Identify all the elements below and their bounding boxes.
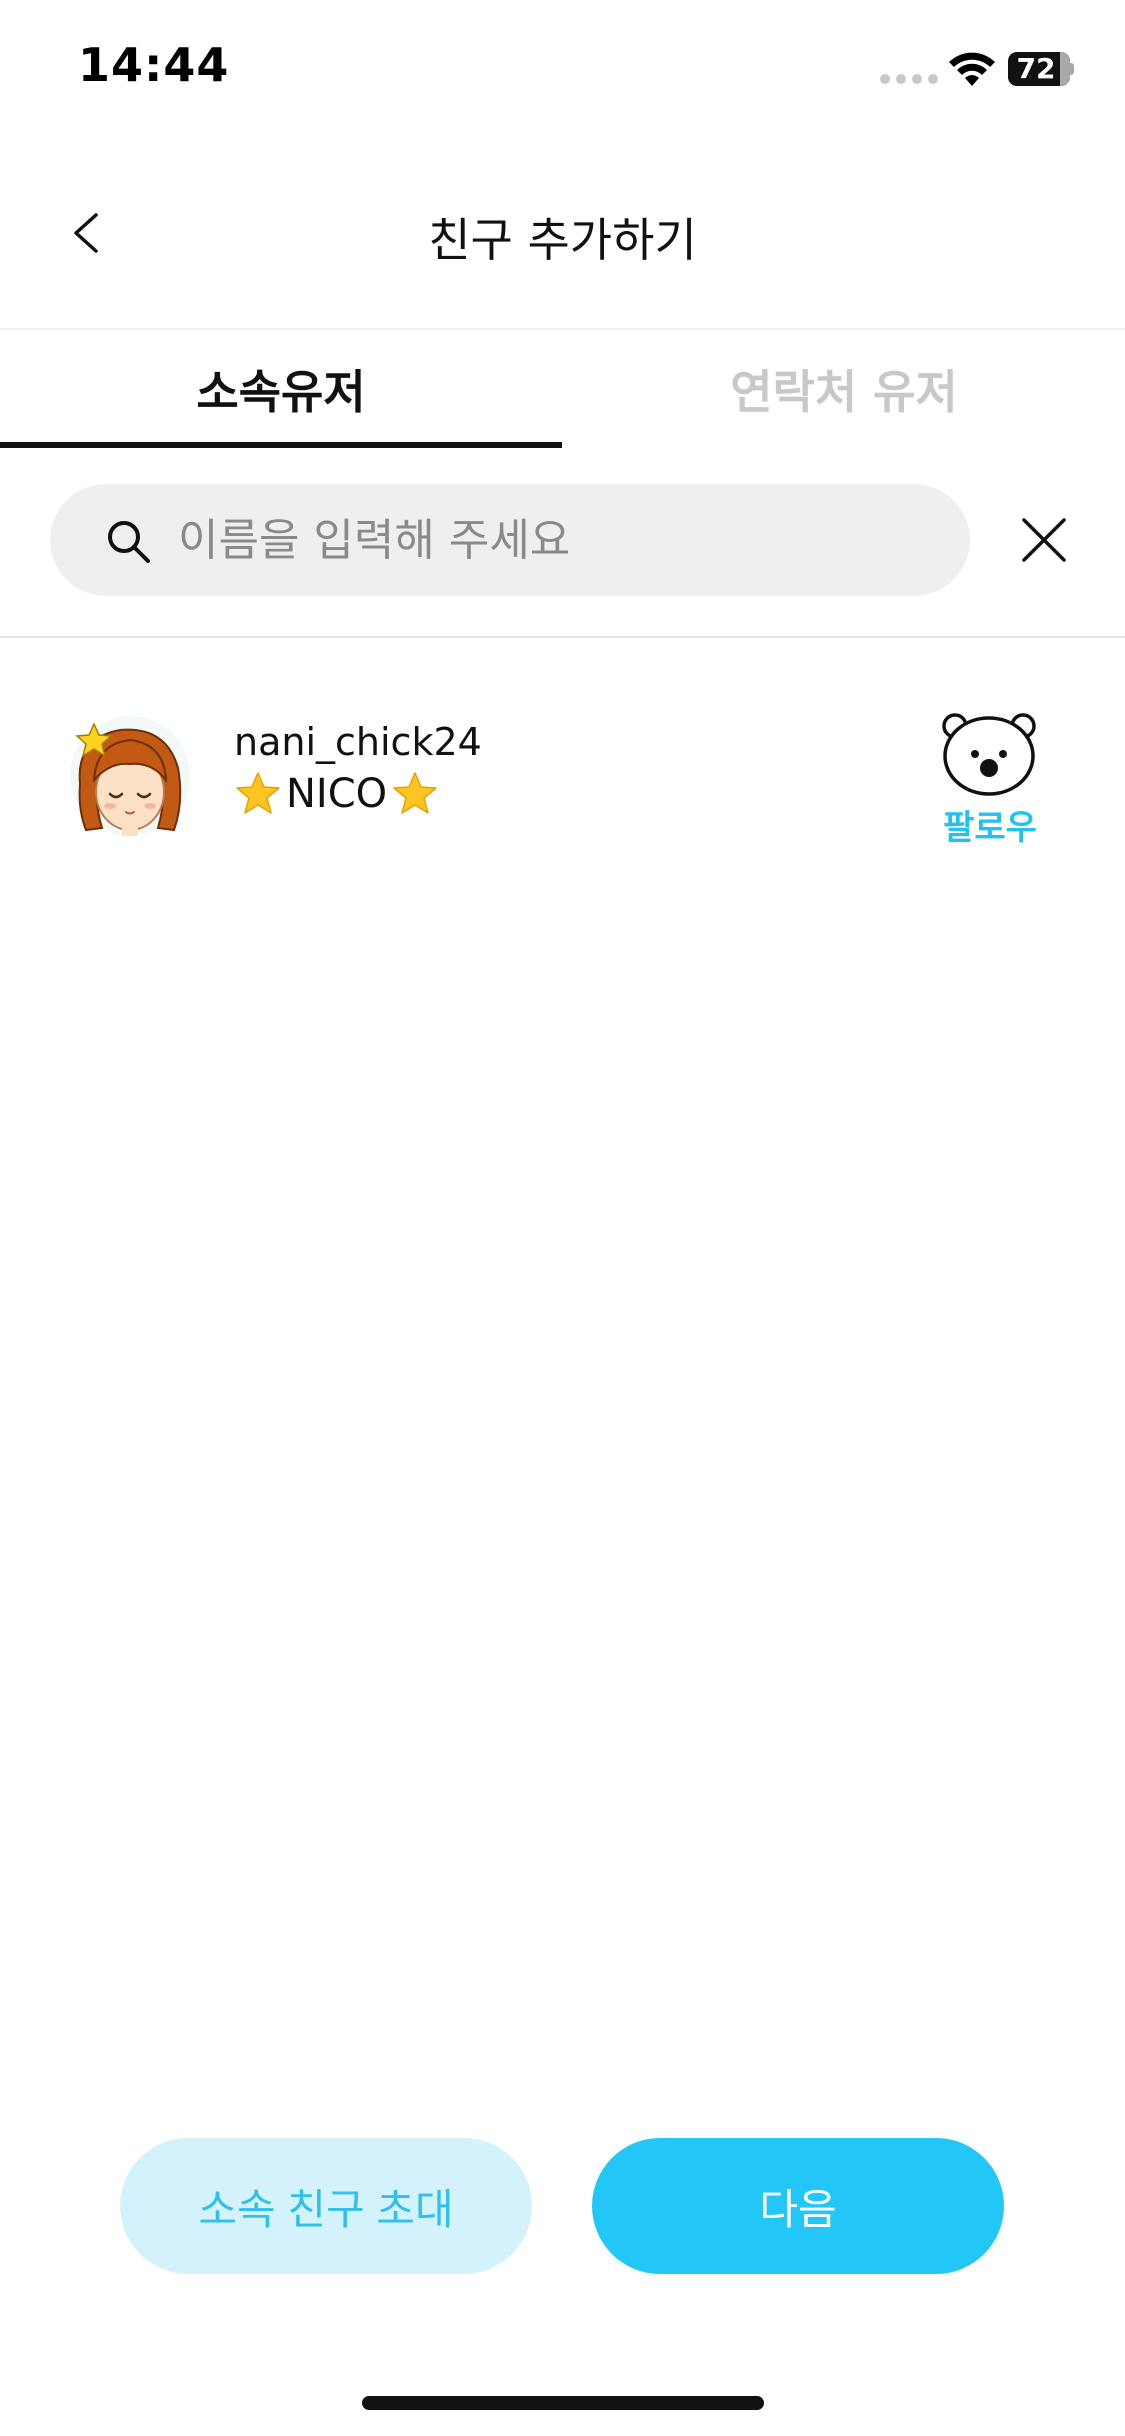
follow-button[interactable]: 팔로우	[935, 710, 1045, 850]
list-divider	[0, 636, 1125, 638]
status-time: 14:44	[78, 38, 230, 92]
star-icon	[236, 772, 280, 814]
user-display-name: NICO	[286, 771, 388, 817]
star-icon	[393, 772, 437, 814]
tab-bar: 소속유저 연락처 유저	[0, 330, 1125, 448]
home-indicator	[362, 2396, 764, 2410]
search-input[interactable]	[178, 484, 938, 596]
next-button[interactable]: 다음	[592, 2138, 1004, 2274]
page-title: 친구 추가하기	[428, 213, 697, 267]
tab-contact-users[interactable]: 연락처 유저	[563, 330, 1125, 448]
tab-active-indicator	[0, 442, 562, 448]
bear-icon	[942, 713, 1036, 796]
user-display-name-row: NICO	[234, 770, 439, 818]
invite-friends-button[interactable]: 소속 친구 초대	[120, 2138, 532, 2274]
search-row	[0, 484, 1125, 598]
search-icon	[108, 521, 150, 563]
status-bar: 14:44 72	[0, 0, 1125, 140]
user-username: nani_chick24	[234, 720, 482, 764]
avatar	[70, 716, 190, 836]
tab-affiliated-users[interactable]: 소속유저	[0, 330, 562, 448]
list-item[interactable]: nani_chick24 NICO 팔로우	[0, 700, 1125, 860]
close-icon	[1022, 518, 1066, 562]
clear-search-button[interactable]	[1012, 508, 1076, 572]
follow-label: 팔로우	[943, 808, 1037, 848]
header: 친구 추가하기	[0, 180, 1125, 290]
battery-icon: 72	[1008, 52, 1074, 86]
wifi-icon	[949, 52, 995, 86]
battery-level: 72	[1016, 52, 1056, 85]
cellular-signal-icon	[880, 74, 938, 84]
search-box[interactable]	[50, 484, 970, 596]
